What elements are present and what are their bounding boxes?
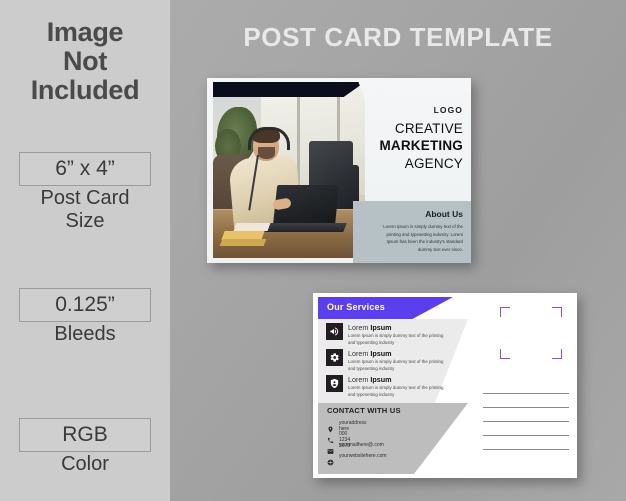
poster-canvas: Image Not Included 6” x 4” Post Card Siz…: [0, 0, 626, 501]
gear-icon: [326, 349, 343, 366]
company-line-1: CREATIVE: [394, 121, 463, 136]
shield-icon: [326, 375, 343, 392]
back-card-preview: Our Services Lorem Ipsum Lorem Ipsum is …: [313, 293, 577, 478]
spec-color-value: RGB: [19, 418, 151, 453]
heading-line-2: Not: [62, 46, 108, 77]
stamp-placeholder: [500, 307, 562, 359]
service-item-3: Lorem Ipsum Lorem Ipsum is simply dummy …: [326, 375, 448, 400]
address-write-lines: [483, 393, 569, 463]
spec-size-caption: Post Card Size: [40, 187, 130, 232]
service-item-1: Lorem Ipsum Lorem Ipsum is simply dummy …: [326, 323, 448, 348]
stamp-corner-bottom-left: [500, 349, 510, 359]
page-title: POST CARD TEMPLATE: [243, 22, 553, 52]
photo-papers: [233, 223, 271, 231]
stamp-corner-bottom-right: [552, 349, 562, 359]
image-not-included-heading: Image Not Included: [0, 17, 170, 106]
spec-size-value: 6” x 4”: [19, 152, 151, 187]
phone-icon: [327, 431, 334, 444]
megaphone-icon: [326, 323, 343, 340]
address-line: [483, 435, 569, 436]
spec-color-mode: RGB Color: [0, 418, 170, 476]
service-body-2: Lorem Ipsum is simply dummy text of the …: [348, 359, 444, 372]
address-line: [483, 393, 569, 394]
spec-bleeds-value: 0.125”: [19, 288, 151, 323]
photo-headset: [248, 127, 290, 150]
spec-color-caption: Color: [61, 453, 109, 476]
front-card-content: LOGO CREATIVE MARKETING AGENCY About Us …: [353, 78, 471, 263]
heading-line-3: Included: [30, 75, 140, 106]
address-line: [483, 421, 569, 422]
globe-icon: [327, 453, 334, 466]
mail-icon: [327, 442, 334, 454]
service-title-2: Lorem Ipsum: [348, 349, 392, 358]
company-line-2: MARKETING: [379, 138, 463, 154]
contact-website: yourwebsitehere.com: [339, 453, 387, 459]
contact-email: yourmailhere@.com: [339, 442, 384, 448]
service-body-1: Lorem Ipsum is simply dummy text of the …: [348, 333, 444, 346]
service-title-3: Lorem Ipsum: [348, 375, 392, 384]
heading-line-1: Image: [46, 17, 124, 47]
spec-bleeds: 0.125” Bleeds: [0, 288, 170, 346]
front-card-company-name: CREATIVE MARKETING AGENCY: [377, 120, 463, 172]
front-card-top-accent-bar: [213, 82, 365, 97]
location-pin-icon: [327, 420, 334, 433]
contact-heading: CONTACT WITH US: [327, 406, 401, 415]
left-info-panel: Image Not Included 6” x 4” Post Card Siz…: [0, 0, 170, 501]
photo-notebook-second: [219, 239, 267, 246]
service-title-1: Lorem Ipsum: [348, 323, 392, 332]
about-us-body: Lorem Ipsum is simply dummy text of the …: [383, 224, 463, 253]
spec-post-card-size: 6” x 4” Post Card Size: [0, 152, 170, 232]
address-line: [483, 449, 569, 450]
address-line: [483, 407, 569, 408]
photo-laptop-base: [263, 223, 347, 232]
company-line-3: AGENCY: [404, 155, 463, 171]
about-us-heading: About Us: [425, 209, 463, 219]
spec-bleeds-caption: Bleeds: [54, 323, 116, 346]
service-item-2: Lorem Ipsum Lorem Ipsum is simply dummy …: [326, 349, 448, 374]
our-services-heading: Our Services: [327, 302, 385, 312]
front-card-about-panel: About Us Lorem Ipsum is simply dummy tex…: [353, 201, 471, 263]
front-card-logo: LOGO: [433, 105, 463, 115]
front-card-photo: [213, 83, 365, 258]
service-body-3: Lorem Ipsum is simply dummy text of the …: [348, 385, 444, 398]
stamp-corner-top-right: [552, 307, 562, 317]
front-card-preview: LOGO CREATIVE MARKETING AGENCY About Us …: [207, 78, 471, 263]
stamp-corner-top-left: [500, 307, 510, 317]
